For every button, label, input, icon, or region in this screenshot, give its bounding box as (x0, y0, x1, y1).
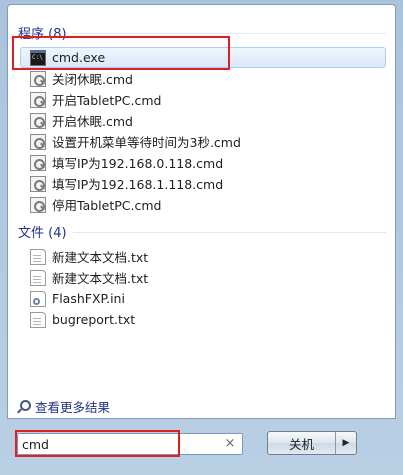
program-item-label: 设置开机菜单等待时间为3秒.cmd (52, 135, 241, 150)
program-item[interactable]: 关闭休眠.cmd (20, 68, 386, 89)
program-item-label: 开启休眠.cmd (52, 114, 133, 129)
program-item-label: 开启TabletPC.cmd (52, 93, 162, 108)
files-group-header[interactable]: 文件 (4) (18, 222, 386, 241)
file-item[interactable]: FlashFXP.ini (20, 288, 386, 309)
text-document-icon (30, 311, 46, 328)
files-header-label: 文件 (4) (18, 225, 67, 241)
programs-header-divider (72, 32, 386, 34)
program-item[interactable]: 填写IP为192.168.1.118.cmd (20, 173, 386, 194)
see-more-results-link[interactable]: 查看更多结果 (17, 397, 110, 415)
text-document-icon (30, 248, 46, 265)
program-item-cmd-exe[interactable]: cmd.exe (20, 47, 386, 68)
settings-file-icon (30, 290, 46, 307)
program-item[interactable]: 设置开机菜单等待时间为3秒.cmd (20, 131, 386, 152)
file-item-label: bugreport.txt (52, 312, 136, 327)
start-menu: 程序 (8) cmd.exe 关闭休眠.cmd 开启TabletPC.cmd 开… (0, 0, 403, 475)
program-item[interactable]: 开启TabletPC.cmd (20, 89, 386, 110)
program-item[interactable]: 停用TabletPC.cmd (20, 194, 386, 215)
file-item[interactable]: 新建文本文档.txt (20, 267, 386, 288)
program-item-label: 填写IP为192.168.0.118.cmd (52, 156, 224, 171)
script-icon (30, 154, 46, 171)
file-item-label: FlashFXP.ini (52, 291, 125, 306)
search-input[interactable] (22, 436, 218, 452)
shutdown-options-arrow-icon[interactable]: ▶ (336, 432, 356, 454)
file-item[interactable]: 新建文本文档.txt (20, 246, 386, 267)
text-document-icon (30, 269, 46, 286)
search-box[interactable]: × (17, 433, 243, 455)
file-item-label: 新建文本文档.txt (52, 271, 149, 286)
programs-header-label: 程序 (8) (18, 26, 67, 42)
script-icon (30, 70, 46, 87)
cmd-icon (30, 49, 46, 66)
program-item-label: cmd.exe (52, 50, 106, 65)
shutdown-label[interactable]: 关机 (268, 432, 336, 454)
search-icon (17, 399, 31, 413)
file-item-label: 新建文本文档.txt (52, 250, 149, 265)
script-icon (30, 133, 46, 150)
program-item-label: 填写IP为192.168.1.118.cmd (52, 177, 224, 192)
program-item-label: 关闭休眠.cmd (52, 72, 133, 87)
program-item-label: 停用TabletPC.cmd (52, 198, 162, 213)
program-item[interactable]: 填写IP为192.168.0.118.cmd (20, 152, 386, 173)
file-item[interactable]: bugreport.txt (20, 309, 386, 330)
clear-search-icon[interactable]: × (223, 436, 237, 452)
shutdown-button[interactable]: 关机 ▶ (267, 431, 357, 455)
see-more-label: 查看更多结果 (35, 399, 111, 415)
script-icon (30, 91, 46, 108)
script-icon (30, 196, 46, 213)
files-header-divider (72, 231, 386, 233)
script-icon (30, 175, 46, 192)
programs-group-header[interactable]: 程序 (8) (18, 23, 386, 42)
script-icon (30, 112, 46, 129)
search-results-panel: 程序 (8) cmd.exe 关闭休眠.cmd 开启TabletPC.cmd 开… (7, 4, 396, 419)
program-item[interactable]: 开启休眠.cmd (20, 110, 386, 131)
